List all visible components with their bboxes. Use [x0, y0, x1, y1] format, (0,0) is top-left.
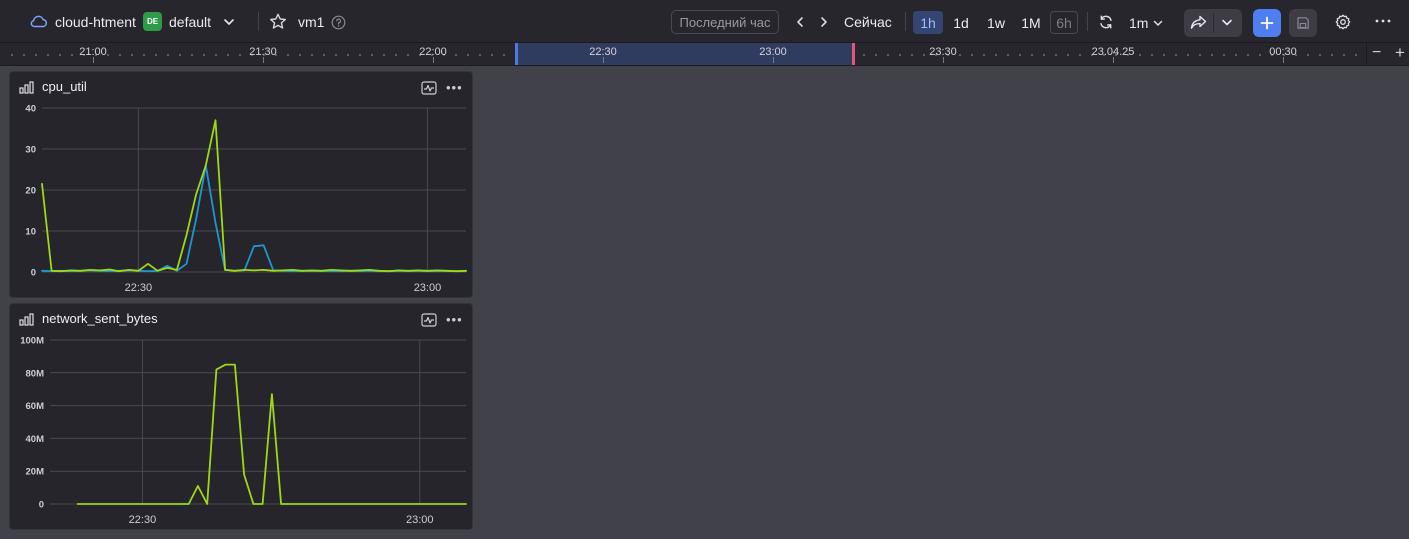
space-name[interactable]: default [169, 0, 211, 43]
top-toolbar: cloud-htment DE default vm1 Последний ча… [0, 0, 1409, 43]
folder-name[interactable]: cloud-htment [55, 0, 136, 43]
timeline-zoom-out-button[interactable]: − [1372, 44, 1381, 62]
share-icon[interactable] [1190, 15, 1207, 30]
plus-icon [1260, 16, 1274, 30]
space-badge: DE [143, 12, 162, 31]
y-tick-label: 20 [25, 186, 36, 197]
toolbar-divider [1087, 12, 1088, 31]
timeline-tick [93, 57, 94, 63]
timeline-zoom-in-button[interactable]: + [1395, 43, 1405, 63]
toolbar-divider [905, 12, 906, 31]
timeline-tick [1113, 57, 1114, 63]
cpu-util-chart[interactable]: 0 10 20 30 40 22:30 23:00 [10, 72, 474, 299]
scale-1h-button[interactable]: 1h [913, 11, 943, 34]
y-tick-label: 80M [26, 368, 45, 379]
y-tick-label: 0 [31, 268, 36, 279]
time-range-button[interactable]: Последний час [671, 10, 779, 34]
timeline-selection-end-handle[interactable] [852, 43, 855, 65]
scale-6h-button[interactable]: 6h [1050, 11, 1078, 34]
y-tick-label: 60M [26, 401, 45, 412]
timeline-tick [263, 57, 264, 63]
series-line [41, 164, 467, 273]
timeline-tick [773, 57, 774, 63]
timeline-tick [1283, 57, 1284, 63]
timeline-selection-start-handle[interactable] [515, 43, 518, 65]
y-tick-label: 30 [25, 145, 36, 156]
chevron-down-icon[interactable] [222, 15, 236, 29]
chart-panel-network-sent-bytes: network_sent_bytes ••• 0 20M 40M 60M 80M 100M… [9, 303, 473, 530]
refresh-interval-select[interactable]: 1m [1129, 11, 1164, 34]
scale-1d-button[interactable]: 1d [948, 11, 974, 34]
x-tick-label: 22:30 [129, 514, 157, 526]
timeline-divider [1366, 43, 1367, 65]
y-tick-label: 0 [39, 500, 44, 511]
cloud-icon [30, 14, 48, 28]
timeline-tick [433, 57, 434, 63]
scale-1w-button[interactable]: 1w [982, 11, 1010, 34]
star-icon[interactable] [269, 13, 287, 30]
add-widget-button[interactable] [1253, 9, 1281, 37]
y-tick-label: 10 [25, 227, 36, 238]
x-tick-label: 23:00 [414, 282, 442, 294]
x-tick-label: 22:30 [125, 282, 153, 294]
y-tick-label: 40M [26, 434, 45, 445]
timeline-tick [603, 57, 604, 63]
timeline-selection[interactable] [516, 43, 854, 65]
chevron-right-icon[interactable] [817, 15, 831, 29]
now-button[interactable]: Сейчас [844, 0, 892, 43]
share-divider [1213, 13, 1214, 33]
network-sent-bytes-chart[interactable]: 0 20M 40M 60M 80M 100M 22:30 23:00 [10, 304, 474, 531]
chevron-down-icon [1154, 20, 1163, 26]
save-button[interactable] [1289, 9, 1317, 37]
refresh-icon[interactable] [1098, 14, 1114, 30]
timeline[interactable]: 21:00 21:30 22:00 22:30 23:00 23:30 23.0… [0, 43, 1409, 66]
chevron-left-icon[interactable] [793, 15, 807, 29]
gear-icon[interactable] [1335, 14, 1351, 30]
chevron-down-icon[interactable] [1220, 17, 1234, 29]
more-icon[interactable] [1375, 19, 1391, 23]
series-line [76, 363, 467, 505]
y-tick-label: 20M [26, 467, 45, 478]
timeline-tick [943, 57, 944, 63]
y-tick-label: 100M [20, 336, 44, 347]
share-button-group [1184, 9, 1242, 37]
y-tick-label: 40 [25, 104, 36, 115]
dashboard-name: vm1 [298, 13, 325, 30]
refresh-interval-value: 1m [1129, 14, 1149, 31]
x-tick-label: 23:00 [406, 514, 434, 526]
scale-1M-button[interactable]: 1M [1017, 11, 1045, 34]
help-icon[interactable] [331, 15, 346, 30]
chart-panel-cpu-util: cpu_util ••• 0 10 20 30 40 22:30 23:00 [9, 71, 473, 298]
save-icon [1297, 17, 1309, 29]
toolbar-divider [258, 12, 259, 31]
